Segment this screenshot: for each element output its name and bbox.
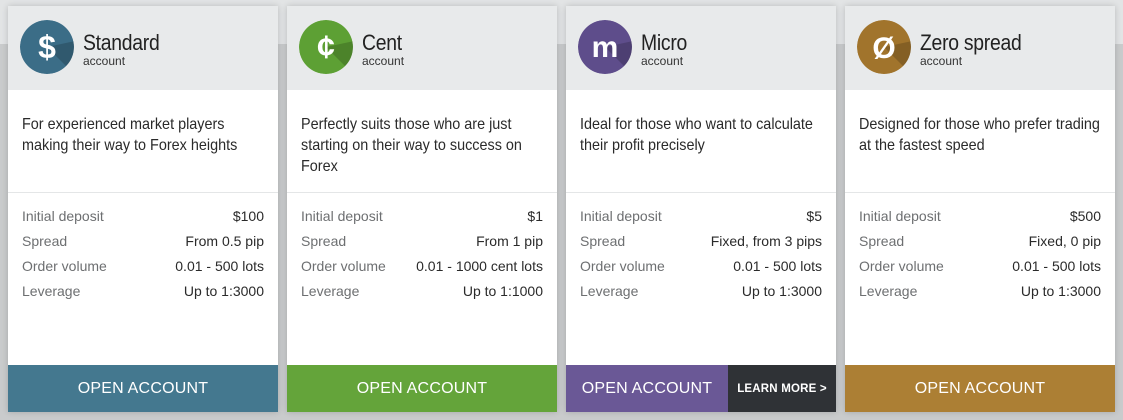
spec-value: Up to 1:1000: [462, 282, 543, 299]
card-cta: OPEN ACCOUNT: [287, 365, 557, 412]
spec-label: Leverage: [301, 282, 360, 299]
open-account-button[interactable]: OPEN ACCOUNT: [566, 365, 728, 412]
spec-row-deposit: Initial deposit $100: [22, 203, 264, 228]
spec-label: Spread: [859, 232, 905, 249]
spec-row-leverage: Leverage Up to 1:3000: [580, 278, 822, 303]
spec-value: Up to 1:3000: [183, 282, 264, 299]
card-cta: OPEN ACCOUNT: [8, 365, 278, 412]
spec-value: 0.01 - 500 lots: [733, 257, 822, 274]
spec-value: $5: [806, 207, 822, 224]
account-subtitle: account: [920, 54, 963, 68]
account-card-cent: ¢ Cent account Perfectly suits those who…: [287, 6, 557, 412]
card-header: Ø Zero spread account: [845, 6, 1115, 90]
spec-value: $100: [232, 207, 264, 224]
open-account-button[interactable]: OPEN ACCOUNT: [8, 365, 278, 412]
logo-symbol: ¢: [317, 29, 335, 65]
spec-list: Initial deposit $5 Spread Fixed, from 3 …: [566, 193, 836, 303]
spec-row-leverage: Leverage Up to 1:3000: [859, 278, 1101, 303]
dollar-icon: $: [20, 20, 74, 74]
spec-value: $500: [1069, 207, 1101, 224]
spec-label: Leverage: [580, 282, 639, 299]
spec-list: Initial deposit $1 Spread From 1 pip Ord…: [287, 193, 557, 303]
open-account-button[interactable]: OPEN ACCOUNT: [287, 365, 557, 412]
account-description: Perfectly suits those who are just start…: [287, 90, 557, 193]
spec-label: Order volume: [859, 257, 944, 274]
card-header: ¢ Cent account: [287, 6, 557, 90]
account-card-standard: $ Standard account For experienced marke…: [8, 6, 278, 412]
account-title: Zero spread: [920, 30, 1022, 55]
spec-value: From 0.5 pip: [185, 232, 264, 249]
account-subtitle: account: [641, 54, 684, 68]
spec-row-spread: Spread From 1 pip: [301, 228, 543, 253]
spec-label: Spread: [22, 232, 68, 249]
spec-value: 0.01 - 500 lots: [175, 257, 264, 274]
spec-value: Fixed, from 3 pips: [710, 232, 822, 249]
account-title: Standard: [83, 30, 160, 55]
spec-row-spread: Spread From 0.5 pip: [22, 228, 264, 253]
account-description: For experienced market players making th…: [8, 90, 278, 193]
spec-value: From 1 pip: [476, 232, 543, 249]
spec-label: Initial deposit: [22, 207, 104, 224]
open-account-button[interactable]: OPEN ACCOUNT: [845, 365, 1115, 412]
spec-row-deposit: Initial deposit $5: [580, 203, 822, 228]
spec-label: Spread: [580, 232, 626, 249]
card-header: m Micro account: [566, 6, 836, 90]
spec-row-spread: Spread Fixed, 0 pip: [859, 228, 1101, 253]
card-header: $ Standard account: [8, 6, 278, 90]
spec-label: Leverage: [22, 282, 81, 299]
spec-label: Initial deposit: [580, 207, 662, 224]
learn-more-button[interactable]: LEARN MORE >: [728, 365, 836, 412]
spec-label: Spread: [301, 232, 347, 249]
zero-slash-icon: Ø: [857, 20, 911, 74]
spec-label: Initial deposit: [859, 207, 941, 224]
spec-label: Order volume: [580, 257, 665, 274]
logo-symbol: $: [38, 29, 56, 65]
cent-icon: ¢: [299, 20, 353, 74]
account-title: Cent: [362, 30, 402, 55]
spec-row-deposit: Initial deposit $1: [301, 203, 543, 228]
spec-value: 0.01 - 500 lots: [1012, 257, 1101, 274]
spec-row-deposit: Initial deposit $500: [859, 203, 1101, 228]
spec-label: Leverage: [859, 282, 918, 299]
spec-row-volume: Order volume 0.01 - 1000 cent lots: [301, 253, 543, 278]
spec-value: 0.01 - 1000 cent lots: [416, 257, 543, 274]
spec-value: Fixed, 0 pip: [1028, 232, 1101, 249]
spec-row-volume: Order volume 0.01 - 500 lots: [22, 253, 264, 278]
spec-label: Order volume: [301, 257, 386, 274]
card-cta: OPEN ACCOUNT: [845, 365, 1115, 412]
spec-row-leverage: Leverage Up to 1:1000: [301, 278, 543, 303]
account-subtitle: account: [362, 54, 405, 68]
spec-list: Initial deposit $100 Spread From 0.5 pip…: [8, 193, 278, 303]
spec-list: Initial deposit $500 Spread Fixed, 0 pip…: [845, 193, 1115, 303]
spec-label: Initial deposit: [301, 207, 383, 224]
spec-row-volume: Order volume 0.01 - 500 lots: [859, 253, 1101, 278]
spec-row-leverage: Leverage Up to 1:3000: [22, 278, 264, 303]
logo-symbol: Ø: [872, 32, 895, 65]
account-description: Designed for those who prefer trading at…: [845, 90, 1115, 193]
card-cta: OPEN ACCOUNT LEARN MORE >: [566, 365, 836, 412]
account-card-zero-spread: Ø Zero spread account Designed for those…: [845, 6, 1115, 412]
spec-value: $1: [527, 207, 543, 224]
spec-value: Up to 1:3000: [1020, 282, 1101, 299]
account-description: Ideal for those who want to calculate th…: [566, 90, 836, 193]
spec-value: Up to 1:3000: [741, 282, 822, 299]
spec-row-volume: Order volume 0.01 - 500 lots: [580, 253, 822, 278]
account-subtitle: account: [83, 54, 126, 68]
account-title: Micro: [641, 30, 688, 55]
micro-m-icon: m: [578, 20, 632, 74]
spec-label: Order volume: [22, 257, 107, 274]
spec-row-spread: Spread Fixed, from 3 pips: [580, 228, 822, 253]
logo-symbol: m: [592, 31, 619, 64]
account-card-micro: m Micro account Ideal for those who want…: [566, 6, 836, 412]
